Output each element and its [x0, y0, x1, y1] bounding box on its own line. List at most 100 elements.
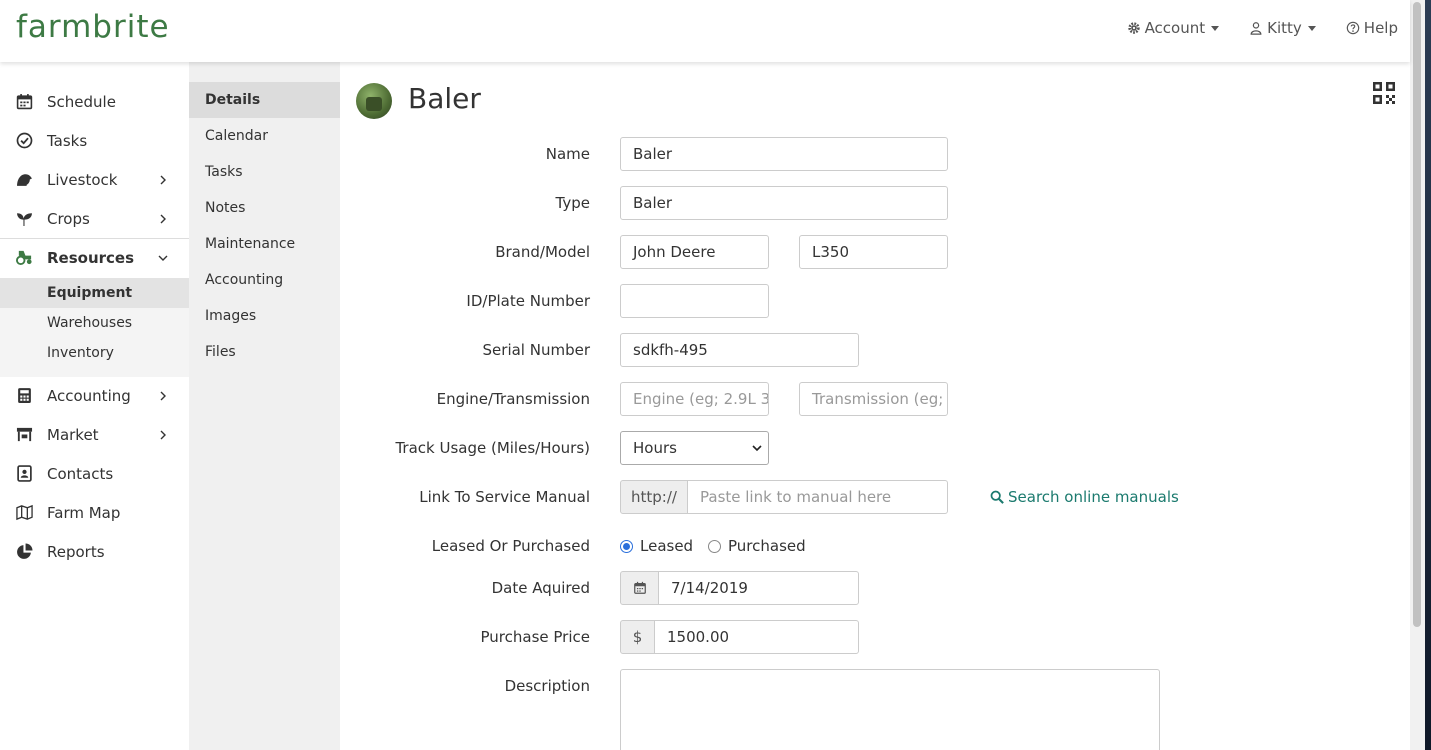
tab-tasks[interactable]: Tasks: [189, 154, 340, 190]
date-input[interactable]: 7/14/2019: [658, 571, 859, 605]
date-picker-button[interactable]: [620, 571, 659, 605]
top-nav: Account Kitty Help: [1127, 19, 1410, 37]
resources-submenu: Equipment Warehouses Inventory: [0, 278, 189, 377]
sidebar-item-label: Livestock: [47, 170, 118, 189]
search-manuals-label: Search online manuals: [1008, 488, 1179, 506]
gear-icon: [1127, 22, 1140, 34]
account-label: Account: [1144, 19, 1206, 37]
page-title: Baler: [408, 82, 481, 115]
model-input[interactable]: L350: [799, 235, 948, 269]
plate-input[interactable]: [620, 284, 769, 318]
equipment-details: Baler Name Baler Type Baler Brand/Model …: [340, 62, 1410, 750]
radio-button-checked[interactable]: [620, 539, 633, 553]
name-input[interactable]: Baler: [620, 137, 948, 171]
sidebar: Schedule Tasks Livestock Crops Resources…: [0, 62, 189, 750]
store-icon: [15, 426, 33, 444]
radio-purchased-label: Purchased: [728, 537, 806, 555]
sidebar-subitem-warehouses[interactable]: Warehouses: [0, 308, 189, 338]
sidebar-item-label: Accounting: [47, 386, 131, 405]
plate-label: ID/Plate Number: [466, 292, 590, 310]
caret-down-icon: [1211, 25, 1220, 31]
radio-button-unchecked[interactable]: [708, 539, 721, 553]
sidebar-item-livestock[interactable]: Livestock: [0, 160, 189, 199]
check-circle-icon: [15, 132, 33, 150]
user-label: Kitty: [1267, 19, 1302, 37]
sidebar-item-label: Tasks: [47, 131, 88, 150]
serial-input[interactable]: sdkfh-495: [620, 333, 859, 367]
usage-select[interactable]: Hours: [620, 431, 769, 465]
sidebar-item-farm-map[interactable]: Farm Map: [0, 493, 189, 532]
usage-selected: Hours: [633, 439, 677, 457]
chevron-right-icon: [160, 391, 166, 400]
manual-url-input[interactable]: Paste link to manual here: [687, 480, 948, 514]
serial-label: Serial Number: [482, 341, 590, 359]
sidebar-item-accounting[interactable]: Accounting: [0, 376, 189, 415]
user-menu[interactable]: Kitty: [1249, 19, 1316, 37]
type-label: Type: [555, 194, 590, 212]
sidebar-item-label: Crops: [47, 209, 90, 228]
date-label: Date Aquired: [491, 579, 590, 597]
caret-down-icon: [1307, 25, 1316, 31]
search-manuals-link[interactable]: Search online manuals: [990, 488, 1179, 506]
radio-leased-label: Leased: [640, 537, 694, 555]
description-textarea[interactable]: [620, 669, 1160, 750]
sidebar-item-contacts[interactable]: Contacts: [0, 454, 189, 493]
account-menu[interactable]: Account: [1127, 19, 1220, 37]
description-label: Description: [504, 677, 590, 695]
sidebar-item-label: Contacts: [47, 464, 114, 483]
tab-accounting[interactable]: Accounting: [189, 262, 340, 298]
tab-images[interactable]: Images: [189, 298, 340, 334]
price-label: Purchase Price: [480, 628, 590, 646]
sidebar-item-tasks[interactable]: Tasks: [0, 121, 189, 160]
tab-notes[interactable]: Notes: [189, 190, 340, 226]
sidebar-item-label: Reports: [47, 542, 105, 561]
tab-details[interactable]: Details: [189, 82, 340, 118]
calendar-icon: [633, 581, 646, 594]
window-edge: [1425, 0, 1431, 750]
livestock-icon: [15, 171, 33, 189]
contact-book-icon: [15, 465, 33, 483]
help-label: Help: [1363, 19, 1398, 37]
manual-label: Link To Service Manual: [419, 488, 590, 506]
chevron-down-icon: [158, 255, 168, 261]
sidebar-item-label: Market: [47, 425, 99, 444]
qr-code-icon[interactable]: [1373, 82, 1395, 104]
brand-model-label: Brand/Model: [495, 243, 590, 261]
radio-leased[interactable]: Leased: [620, 537, 693, 555]
tab-files[interactable]: Files: [189, 334, 340, 370]
chevron-right-icon: [160, 214, 166, 223]
sidebar-item-market[interactable]: Market: [0, 415, 189, 454]
brand-input[interactable]: John Deere: [620, 235, 769, 269]
scrollbar-thumb[interactable]: [1413, 2, 1421, 627]
calculator-icon: [15, 387, 33, 405]
calendar-icon: [15, 93, 33, 111]
sidebar-item-crops[interactable]: Crops: [0, 199, 189, 238]
pie-chart-icon: [15, 543, 33, 561]
price-input[interactable]: 1500.00: [654, 620, 859, 654]
tab-calendar[interactable]: Calendar: [189, 118, 340, 154]
sidebar-item-label: Resources: [47, 248, 135, 267]
name-label: Name: [545, 145, 590, 163]
chevron-down-icon: [752, 445, 762, 452]
sidebar-subitem-inventory[interactable]: Inventory: [0, 338, 189, 368]
tab-maintenance[interactable]: Maintenance: [189, 226, 340, 262]
map-icon: [15, 504, 33, 522]
sidebar-item-schedule[interactable]: Schedule: [0, 82, 189, 121]
help-link[interactable]: Help: [1346, 19, 1398, 37]
sidebar-item-label: Schedule: [47, 92, 116, 111]
tractor-icon: [15, 249, 33, 267]
equipment-avatar[interactable]: [356, 83, 392, 119]
leased-label: Leased Or Purchased: [431, 537, 590, 555]
top-bar: farmbrite Account Kitty Help: [0, 0, 1410, 62]
type-input[interactable]: Baler: [620, 186, 948, 220]
farmbrite-logo[interactable]: farmbrite: [16, 9, 170, 45]
engine-input[interactable]: Engine (eg; 2.9L 3: [620, 382, 769, 416]
sidebar-item-resources[interactable]: Resources: [0, 238, 189, 277]
usage-label: Track Usage (Miles/Hours): [395, 439, 590, 457]
transmission-input[interactable]: Transmission (eg;: [799, 382, 948, 416]
sidebar-subitem-equipment[interactable]: Equipment: [0, 278, 189, 308]
sidebar-item-reports[interactable]: Reports: [0, 532, 189, 571]
radio-purchased[interactable]: Purchased: [708, 537, 806, 555]
search-icon: [990, 490, 1004, 504]
equipment-subtabs: Details Calendar Tasks Notes Maintenance…: [189, 62, 340, 750]
